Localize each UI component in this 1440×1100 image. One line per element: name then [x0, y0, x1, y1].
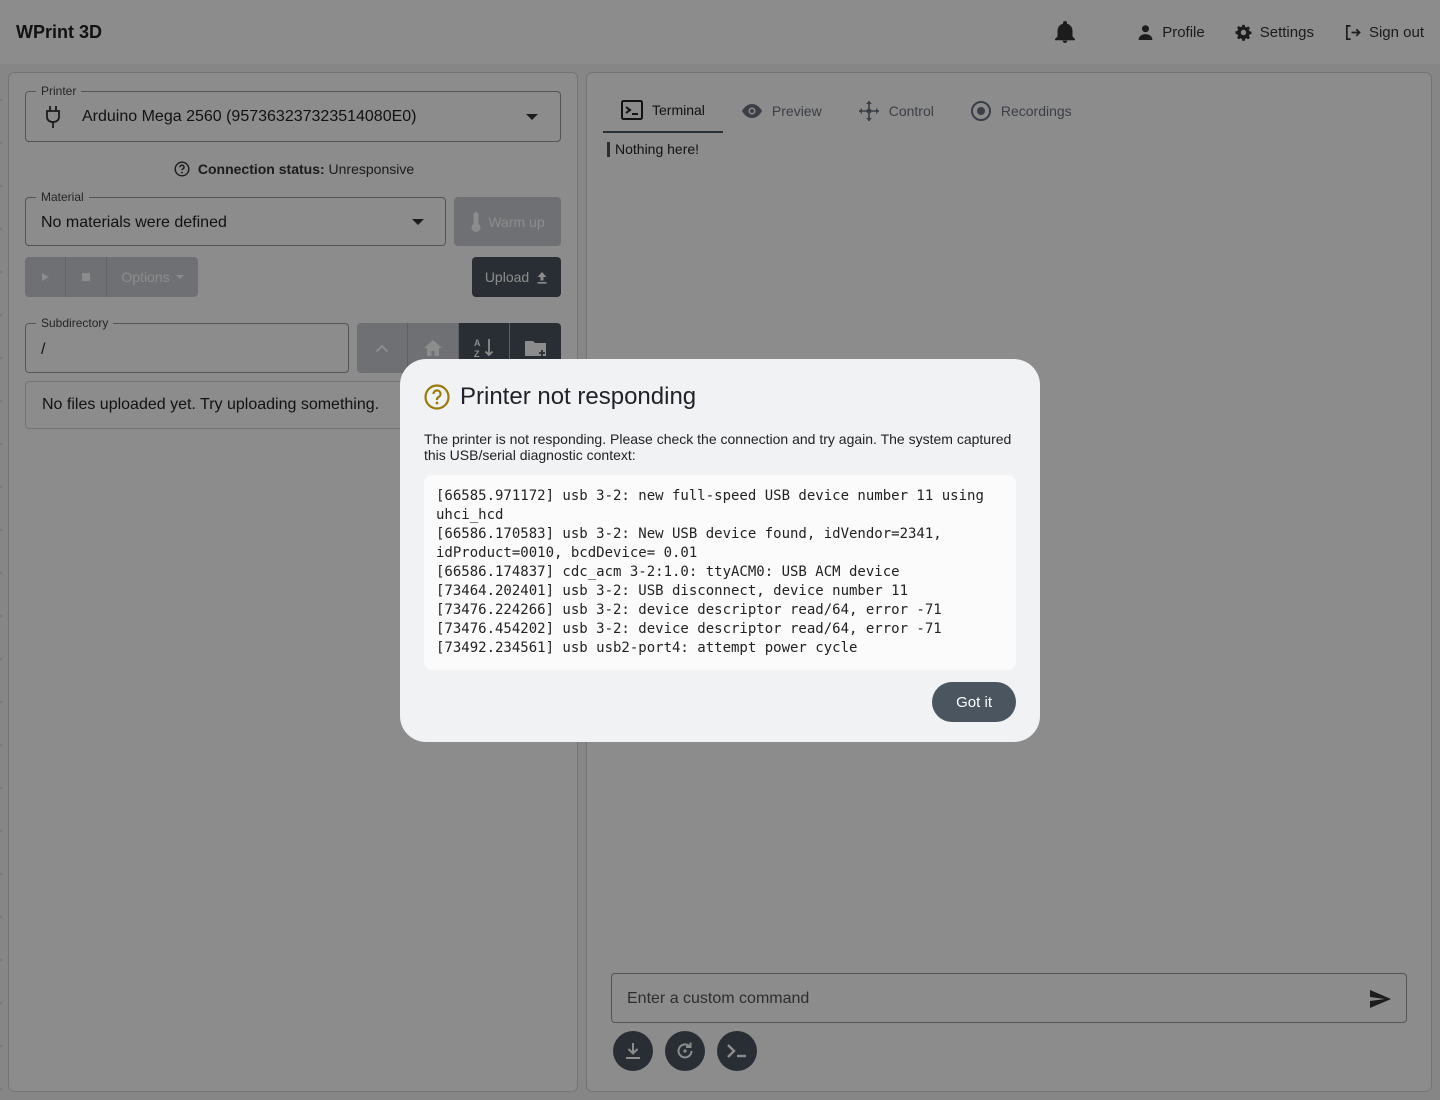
dialog-header: Printer not responding: [424, 383, 1016, 411]
help-circle-icon: [424, 384, 450, 410]
diagnostic-log: [66585.971172] usb 3-2: new full-speed U…: [424, 475, 1016, 670]
dialog-message: The printer is not responding. Please ch…: [424, 431, 1012, 463]
got-it-button[interactable]: Got it: [932, 682, 1016, 722]
dialog-title: Printer not responding: [460, 383, 697, 410]
printer-not-responding-dialog: Printer not responding The printer is no…: [400, 359, 1040, 742]
